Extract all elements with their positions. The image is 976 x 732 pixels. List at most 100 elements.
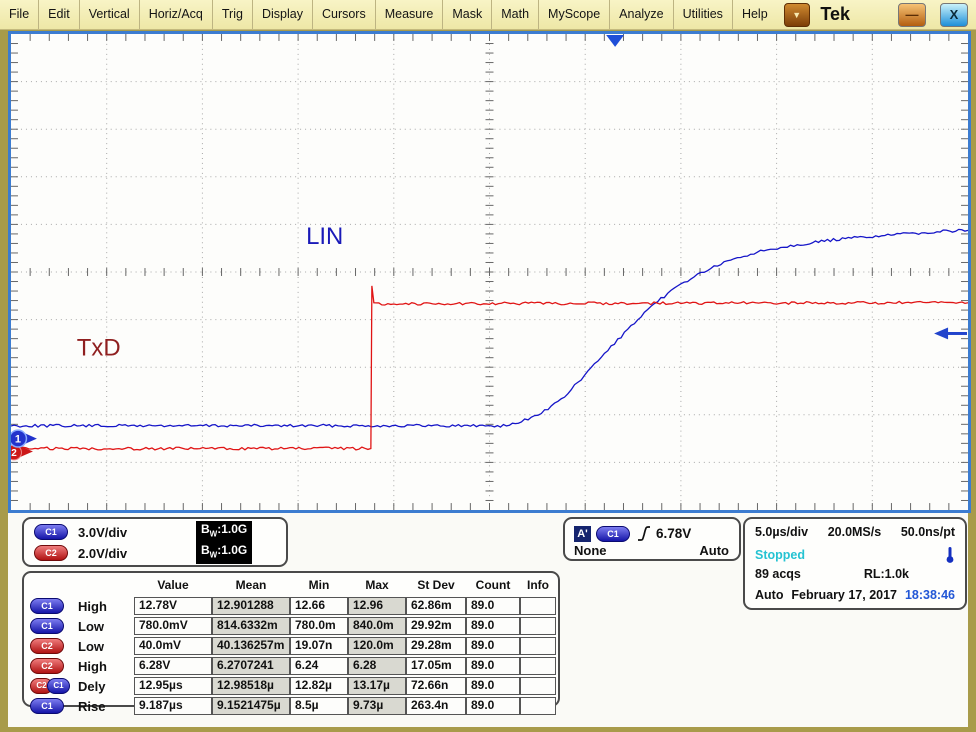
time-per-point: 50.0ns/pt [901,525,955,539]
menu-display[interactable]: Display [253,0,313,29]
chevron-down-icon: ▼ [792,10,801,20]
time-readout: 18:38:46 [905,588,955,602]
waveform-display[interactable]: LINTxD21 [8,31,971,513]
meas-count: 89.0 [466,617,520,635]
meas-max: 12.96 [348,597,406,615]
meas-info [520,637,556,655]
ch2-marker-number: 2 [11,448,17,459]
meas-mean: 12.98518µ [212,677,290,695]
trigger-source-badge: C1 [596,526,630,542]
meas-stdev: 62.86m [406,597,466,615]
trigger-mode: Auto [699,543,729,558]
menu-utilities[interactable]: Utilities [674,0,733,29]
menu-mask[interactable]: Mask [443,0,492,29]
meas-info [520,657,556,675]
meas-min: 12.66 [290,597,348,615]
trigger-panel[interactable]: A' C1 6.78V None Auto [563,517,741,561]
meas-row-label: C2High [30,657,134,675]
pin-icon [945,546,955,564]
menu-cursors[interactable]: Cursors [313,0,376,29]
meas-info [520,597,556,615]
channel-1-scale[interactable]: 3.0V/div [78,525,196,540]
meas-max: 840.0m [348,617,406,635]
measurements-table: Value Mean Min Max St Dev Count Info C1H… [30,577,556,715]
meas-info [520,677,556,695]
menu-edit[interactable]: Edit [39,0,80,29]
meas-min: 8.5µ [290,697,348,715]
meas-mean: 9.1521475µ [212,697,290,715]
meas-mean: 6.2707241 [212,657,290,675]
col-header-max: Max [348,577,406,595]
meas-min: 6.24 [290,657,348,675]
meas-stdev: 29.28m [406,637,466,655]
meas-value: 12.78V [134,597,212,615]
acquisition-status: Stopped [755,548,805,562]
minimize-button[interactable]: — [898,3,926,27]
meas-count: 89.0 [466,637,520,655]
date-readout: February 17, 2017 [791,588,897,602]
trigger-position-marker[interactable] [606,35,624,47]
channel-settings-panel[interactable]: C1 3.0V/div BW:1.0G C2 2.0V/div BW:1.0G [22,517,288,567]
time-per-div: 5.0µs/div [755,525,808,539]
record-length: RL:1.0k [864,567,909,581]
channel-badge-c1: C1 [30,618,64,634]
timebase-panel[interactable]: 5.0µs/div 20.0MS/s 50.0ns/pt Stopped 89 … [743,517,967,610]
meas-min: 19.07n [290,637,348,655]
menu-file[interactable]: File [0,0,39,29]
menu-measure[interactable]: Measure [376,0,444,29]
channel-2-bandwidth-badge: BW:1.0G [196,542,252,564]
menu-trig[interactable]: Trig [213,0,253,29]
close-button[interactable]: X [940,3,968,27]
channel-2-badge: C2 [34,545,68,561]
menu-vertical[interactable]: Vertical [80,0,140,29]
trigger-level: 6.78V [656,526,691,541]
ch1-marker-number: 1 [15,434,21,446]
col-header-count: Count [466,577,520,595]
channel-badge-c1: C1 [47,678,70,694]
meas-row-label: C1Low [30,617,134,635]
menu-horiz-acq[interactable]: Horiz/Acq [140,0,213,29]
meas-stdev: 29.92m [406,617,466,635]
meas-info [520,617,556,635]
scope-graticule[interactable]: LINTxD21 [11,34,968,510]
col-header-mean: Mean [212,577,290,595]
readout-area: C1 3.0V/div BW:1.0G C2 2.0V/div BW:1.0G … [8,513,968,727]
meas-max: 9.73µ [348,697,406,715]
meas-value: 12.95µs [134,677,212,695]
meas-row-label: C1High [30,597,134,615]
meas-count: 89.0 [466,677,520,695]
col-spacer [30,577,134,595]
menu-help[interactable]: Help [733,0,777,29]
channel-badge-c1: C1 [30,598,64,614]
channel-badge-c2: C2 [30,658,64,674]
menu-myscope[interactable]: MyScope [539,0,610,29]
meas-row-label: C2C1Dely [30,677,134,695]
meas-mean: 12.901288 [212,597,290,615]
menu-bar: File Edit Vertical Horiz/Acq Trig Displa… [0,0,976,30]
meas-count: 89.0 [466,597,520,615]
menu-analyze[interactable]: Analyze [610,0,673,29]
channel-1-badge: C1 [34,524,68,540]
meas-max: 6.28 [348,657,406,675]
trigger-holdoff: None [574,543,607,558]
channel-badge-c2: C2 [30,638,64,654]
col-header-value: Value [134,577,212,595]
channel-2-scale[interactable]: 2.0V/div [78,546,196,561]
meas-value: 6.28V [134,657,212,675]
col-header-stdev: St Dev [406,577,466,595]
meas-stdev: 17.05m [406,657,466,675]
meas-min: 780.0m [290,617,348,635]
meas-value: 780.0mV [134,617,212,635]
minimize-icon: — [906,7,919,22]
measurements-panel: Value Mean Min Max St Dev Count Info C1H… [22,571,560,707]
oscilloscope-screen: File Edit Vertical Horiz/Acq Trig Displa… [0,0,976,732]
tek-logo: Tek [820,4,850,25]
trigger-level-marker[interactable] [934,328,948,340]
col-header-min: Min [290,577,348,595]
meas-count: 89.0 [466,657,520,675]
menu-math[interactable]: Math [492,0,539,29]
meas-min: 12.82µ [290,677,348,695]
close-icon: X [950,7,959,22]
meas-max: 120.0m [348,637,406,655]
menu-dropdown-button[interactable]: ▼ [784,3,810,27]
